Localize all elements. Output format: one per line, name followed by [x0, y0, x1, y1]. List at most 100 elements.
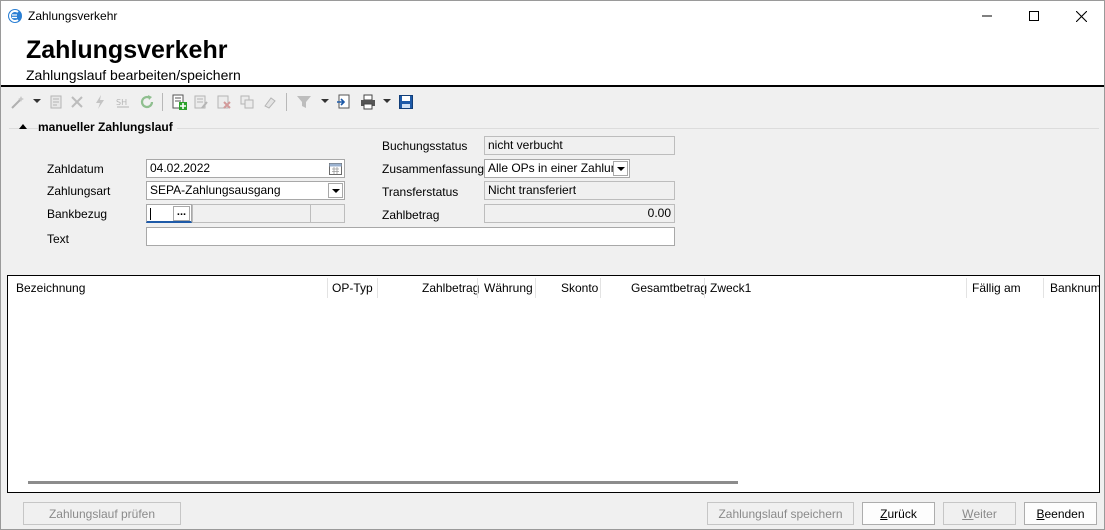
column-header-op-typ[interactable]: OP-Typ	[332, 281, 373, 295]
zahlungsart-label: Zahlungsart	[47, 184, 111, 198]
weiter-mnemonic: W	[962, 506, 974, 521]
column-separator[interactable]	[477, 278, 478, 298]
zusammenfassung-label: Zusammenfassung	[382, 162, 485, 176]
toolbar: SH	[1, 89, 1104, 115]
zahlungslauf-speichern-button[interactable]: Zahlungslauf speichern	[707, 502, 854, 525]
chevron-down-icon[interactable]	[613, 161, 628, 176]
filter-button[interactable]	[294, 92, 314, 112]
column-header-skonto[interactable]: Skonto	[561, 281, 598, 295]
page-title: Zahlungsverkehr	[26, 36, 228, 64]
refresh-icon	[140, 95, 154, 109]
column-separator[interactable]	[377, 278, 378, 298]
chevron-down-icon[interactable]	[328, 183, 343, 198]
print-dropdown-icon[interactable]	[383, 99, 391, 103]
column-header-zweck1[interactable]: Zweck1	[710, 281, 751, 295]
bankbezug-label: Bankbezug	[47, 207, 108, 221]
group-title: manueller Zahlungslauf	[38, 120, 177, 134]
wand-dropdown-icon[interactable]	[33, 99, 41, 103]
weiter-label: eiter	[973, 506, 997, 521]
payments-table[interactable]: Bezeichnung OP-Typ Zahlbetrag Währung Sk…	[7, 275, 1100, 493]
column-separator[interactable]	[600, 278, 601, 298]
buchungsstatus-label: Buchungsstatus	[382, 139, 468, 153]
column-header-faellig-am[interactable]: Fällig am	[972, 281, 1021, 295]
main-window: Zahlungsverkehr Zahlungsverkehr Zahlungs…	[0, 0, 1105, 530]
minimize-button[interactable]	[964, 1, 1010, 31]
zahldatum-field[interactable]: 04.02.2022	[146, 159, 345, 178]
bankbezug-input[interactable]: ...	[146, 204, 192, 223]
transferstatus-label: Transferstatus	[382, 185, 459, 199]
beenden-mnemonic: B	[1036, 506, 1045, 521]
bankbezug-browse-button[interactable]: ...	[173, 206, 190, 221]
eraser-button[interactable]	[260, 92, 280, 112]
toolbar-separator	[162, 93, 163, 111]
export-icon	[337, 94, 350, 109]
document-icon	[50, 95, 62, 109]
wand-button[interactable]	[8, 92, 28, 112]
split-button[interactable]: SH	[113, 92, 133, 112]
text-label: Text	[47, 232, 70, 246]
maximize-button[interactable]	[1011, 1, 1057, 31]
delete-document-icon	[217, 95, 231, 109]
beenden-label: eenden	[1044, 506, 1085, 521]
refresh-button[interactable]	[137, 92, 157, 112]
column-separator[interactable]	[327, 278, 328, 298]
add-document-icon	[172, 94, 187, 110]
save-icon	[399, 95, 413, 109]
window-title: Zahlungsverkehr	[28, 9, 118, 23]
zurueck-button[interactable]: Zurück	[862, 502, 935, 525]
text-input[interactable]	[146, 227, 675, 246]
column-header-gesamtbetrag[interactable]: Gesamtbetrag	[631, 281, 707, 295]
weiter-button[interactable]: Weiter	[943, 502, 1016, 525]
delete-icon	[71, 96, 83, 108]
column-separator[interactable]	[704, 278, 705, 298]
copy-document-icon	[240, 95, 254, 109]
print-icon	[361, 94, 375, 110]
zusammenfassung-select[interactable]: Alle OPs in einer Zahlung	[484, 159, 630, 178]
export-button[interactable]	[334, 92, 354, 112]
zahldatum-value: 04.02.2022	[150, 161, 211, 175]
delete-document-button[interactable]	[214, 92, 234, 112]
svg-text:SH: SH	[116, 98, 127, 107]
title-bar: Zahlungsverkehr	[1, 1, 1104, 31]
add-document-button[interactable]	[169, 92, 189, 112]
lightning-button[interactable]	[90, 92, 110, 112]
zahlbetrag-field: 0.00	[484, 204, 675, 223]
buchungsstatus-field: nicht verbucht	[484, 136, 675, 155]
edit-document-button[interactable]	[191, 92, 211, 112]
collapse-arrow-icon[interactable]	[19, 124, 27, 129]
filter-dropdown-icon[interactable]	[321, 99, 329, 103]
calendar-icon[interactable]	[329, 162, 342, 177]
page-subtitle: Zahlungslauf bearbeiten/speichern	[26, 67, 241, 83]
print-button[interactable]	[358, 92, 378, 112]
maximize-icon	[1029, 11, 1039, 21]
column-header-zahlbetrag[interactable]: Zahlbetrag	[422, 281, 479, 295]
text-cursor	[150, 208, 151, 220]
edit-document-icon	[194, 95, 208, 109]
toolbar-separator	[286, 93, 287, 111]
zahlungsart-value: SEPA-Zahlungsausgang	[150, 183, 281, 197]
beenden-button[interactable]: Beenden	[1024, 502, 1097, 525]
zahlungslauf-pruefen-button[interactable]: Zahlungslauf prüfen	[23, 502, 181, 525]
copy-document-button[interactable]	[237, 92, 257, 112]
delete-button[interactable]	[67, 92, 87, 112]
eraser-icon	[264, 97, 276, 109]
app-icon	[7, 8, 23, 24]
close-button[interactable]	[1058, 1, 1104, 31]
document-button[interactable]	[46, 92, 66, 112]
wand-icon	[11, 96, 24, 109]
horizontal-scrollbar[interactable]	[28, 481, 738, 484]
column-header-bezeichnung[interactable]: Bezeichnung	[16, 281, 85, 295]
close-icon	[1075, 10, 1087, 22]
lightning-icon	[96, 95, 104, 109]
transferstatus-field: Nicht transferiert	[484, 181, 675, 200]
column-header-waehrung[interactable]: Währung	[484, 281, 533, 295]
column-separator[interactable]	[535, 278, 536, 298]
bankbezug-extra-field	[310, 204, 345, 223]
save-button[interactable]	[396, 92, 416, 112]
column-separator[interactable]	[966, 278, 967, 298]
zahlungsart-select[interactable]: SEPA-Zahlungsausgang	[146, 181, 345, 200]
zahldatum-label: Zahldatum	[47, 162, 104, 176]
column-separator[interactable]	[1043, 278, 1044, 298]
zahlbetrag-label: Zahlbetrag	[382, 208, 440, 222]
column-header-banknummer[interactable]: Banknumm	[1050, 281, 1099, 295]
